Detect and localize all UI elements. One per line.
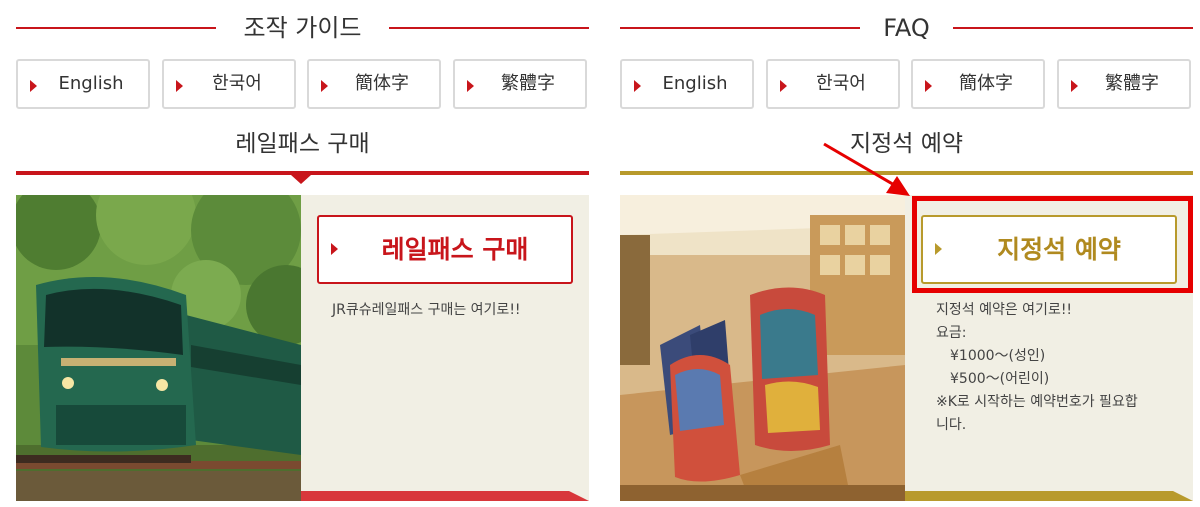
red-arrow-icon — [823, 142, 910, 196]
faq-traditional-chinese-button[interactable]: 繁體字 — [1057, 59, 1191, 109]
train-interior-photo — [620, 195, 905, 501]
guide-korean-label: 한국어 — [212, 73, 262, 94]
guide-simplified-chinese-label: 簡体字 — [355, 73, 409, 94]
description-line: 니다. — [936, 417, 967, 433]
railpass-description: JR큐슈레일패스 구매는 여기로!! — [332, 302, 521, 318]
faq-simplified-chinese-button[interactable]: 簡体字 — [911, 59, 1045, 109]
guide-simplified-chinese-button[interactable]: 簡体字 — [307, 59, 441, 109]
guide-english-button[interactable]: English — [16, 59, 150, 109]
green-train-photo — [16, 195, 301, 501]
faq-title: FAQ — [871, 14, 942, 42]
faq-heading: FAQ — [620, 10, 1193, 46]
railpass-purchase-button[interactable]: 레일패스 구매 — [317, 215, 573, 284]
description-line: ¥500～(어린이) — [936, 371, 1050, 387]
description-line: ¥1000～(성인) — [936, 348, 1046, 364]
railpass-card: 레일패스 구매 JR큐슈레일패스 구매는 여기로!! — [16, 195, 589, 501]
guide-korean-button[interactable]: 한국어 — [162, 59, 296, 109]
operation-guide-heading: 조작 가이드 — [16, 10, 589, 46]
railpass-purchase-label: 레일패스 구매 — [381, 235, 529, 264]
seat-reservation-footer-band — [905, 491, 1193, 501]
seat-reservation-description: 지정석 예약은 여기로!! 요금: ¥1000～(성인) ¥500～(어린이) … — [936, 299, 1138, 437]
description-line: 지정석 예약은 여기로!! — [936, 302, 1073, 318]
railpass-pointer — [291, 175, 311, 184]
guide-language-buttons: English 한국어 簡体字 繁體字 — [16, 59, 589, 109]
faq-korean-button[interactable]: 한국어 — [766, 59, 900, 109]
guide-traditional-chinese-label: 繁體字 — [501, 73, 555, 94]
triangle-right-icon — [331, 243, 338, 255]
description-line: 요금: — [936, 325, 967, 341]
faq-english-button[interactable]: English — [620, 59, 754, 109]
description-line: ※K로 시작하는 예약번호가 필요합 — [936, 394, 1138, 410]
faq-korean-label: 한국어 — [816, 73, 866, 94]
faq-simplified-chinese-label: 簡体字 — [959, 73, 1013, 94]
faq-language-buttons: English 한국어 簡体字 繁體字 — [620, 59, 1193, 109]
faq-traditional-chinese-label: 繁體字 — [1105, 73, 1159, 94]
guide-traditional-chinese-button[interactable]: 繁體字 — [453, 59, 587, 109]
reservation-highlight-box — [912, 196, 1193, 293]
faq-english-label: English — [662, 73, 728, 94]
railpass-section-title: 레일패스 구매 — [235, 131, 370, 157]
guide-english-label: English — [58, 73, 124, 94]
railpass-footer-band — [301, 491, 589, 501]
operation-guide-title: 조작 가이드 — [231, 14, 374, 42]
